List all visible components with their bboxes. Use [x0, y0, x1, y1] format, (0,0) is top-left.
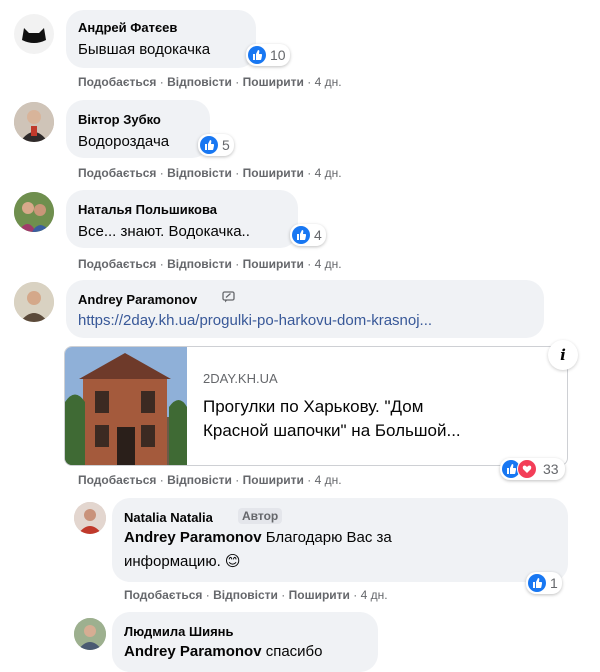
like-icon [292, 226, 310, 244]
comment-author[interactable]: Наталья Польшикова [78, 202, 217, 217]
comment-author[interactable]: Віктор Зубко [78, 112, 161, 127]
reaction-count[interactable]: 10 [246, 44, 290, 66]
reply-text: Andrey Paramonov спасибо [124, 643, 323, 660]
comment-link[interactable]: https://2day.kh.ua/progulki-po-harkovu-d… [78, 312, 432, 329]
person-photo-icon [74, 618, 106, 650]
preview-title-line2: Красной шапочки" на Большой... [203, 421, 461, 440]
like-link[interactable]: Подобається [78, 257, 156, 271]
timestamp[interactable]: 4 дн. [315, 473, 342, 487]
comment-bubble: Віктор Зубко Водороздача [66, 100, 210, 158]
comment-text: Все... знают. Водокачка.. [78, 223, 250, 240]
author-badge: Автор [238, 508, 283, 524]
edited-icon [222, 291, 235, 303]
avatar[interactable] [74, 502, 106, 534]
reaction-count[interactable]: 1 [526, 572, 562, 594]
like-link[interactable]: Подобається [78, 473, 156, 487]
mention-link[interactable]: Andrey Paramonov [124, 529, 262, 546]
preview-domain: 2DAY.KH.UA [203, 371, 278, 386]
reply-link[interactable]: Відповісти [167, 75, 232, 89]
reply-link[interactable]: Відповісти [167, 257, 232, 271]
cat-silhouette-icon [22, 28, 46, 43]
like-link[interactable]: Подобається [78, 166, 156, 180]
comment-actions: Подобається · Відповісти · Поширити · 4 … [78, 473, 342, 487]
comment-actions: Подобається · Відповісти · Поширити · 4 … [78, 257, 342, 271]
group-photo-icon [14, 192, 54, 232]
person-photo-icon [14, 282, 54, 322]
comment-actions: Подобається · Відповісти · Поширити · 4 … [78, 166, 342, 180]
comment-actions: Подобається · Відповісти · Поширити · 4 … [78, 75, 342, 89]
preview-image [65, 347, 187, 465]
avatar[interactable] [14, 282, 54, 322]
comment-bubble: Andrey Paramonov https://2day.kh.ua/prog… [66, 280, 544, 338]
share-link[interactable]: Поширити [289, 588, 350, 602]
person-photo-icon [74, 502, 106, 534]
share-link[interactable]: Поширити [243, 257, 304, 271]
mention-link[interactable]: Andrey Paramonov [124, 643, 262, 660]
like-link[interactable]: Подобається [78, 75, 156, 89]
timestamp[interactable]: 4 дн. [315, 166, 342, 180]
info-icon[interactable]: i [548, 340, 578, 370]
preview-title-line1: Прогулки по Харькову. "Дом [203, 397, 424, 416]
timestamp[interactable]: 4 дн. [315, 257, 342, 271]
avatar[interactable] [14, 14, 54, 54]
avatar[interactable] [14, 102, 54, 142]
comment-author[interactable]: Андрей Фатєев [78, 20, 177, 35]
reaction-count[interactable]: 33 [500, 458, 565, 480]
avatar[interactable] [14, 192, 54, 232]
like-link[interactable]: Подобається [124, 588, 202, 602]
share-link[interactable]: Поширити [243, 75, 304, 89]
reply-link[interactable]: Відповісти [213, 588, 278, 602]
reply-text: Andrey Paramonov Благодарю Вас за [124, 529, 392, 546]
like-icon [248, 46, 266, 64]
person-photo-icon [14, 102, 54, 142]
reply-author[interactable]: Natalia Natalia [124, 510, 213, 525]
comment-bubble: Андрей Фатєев Бывшая водокачка [66, 10, 256, 68]
comment-text: Бывшая водокачка [78, 41, 211, 58]
reply-link[interactable]: Відповісти [167, 166, 232, 180]
comment-author[interactable]: Andrey Paramonov [78, 292, 197, 307]
share-link[interactable]: Поширити [243, 473, 304, 487]
reaction-count[interactable]: 4 [290, 224, 326, 246]
reply-link[interactable]: Відповісти [167, 473, 232, 487]
reply-text-line2: информацию. 😊 [124, 553, 241, 570]
link-preview-card[interactable]: 2DAY.KH.UA Прогулки по Харькову. "Дом Кр… [64, 346, 568, 466]
timestamp[interactable]: 4 дн. [315, 75, 342, 89]
heart-icon [517, 459, 537, 479]
comment-bubble: Наталья Польшикова Все... знают. Водокач… [66, 190, 298, 248]
timestamp[interactable]: 4 дн. [361, 588, 388, 602]
like-icon [200, 136, 218, 154]
reaction-count[interactable]: 5 [198, 134, 234, 156]
like-icon [528, 574, 546, 592]
reply-bubble: Людмила Шиянь Andrey Paramonov спасибо [112, 612, 378, 672]
share-link[interactable]: Поширити [243, 166, 304, 180]
comment-text: Водороздача [78, 133, 170, 150]
avatar[interactable] [74, 618, 106, 650]
reply-bubble: Natalia Natalia Автор Andrey Paramonov Б… [112, 498, 568, 582]
reply-author[interactable]: Людмила Шиянь [124, 624, 234, 639]
reply-actions: Подобається · Відповісти · Поширити · 4 … [124, 588, 388, 602]
